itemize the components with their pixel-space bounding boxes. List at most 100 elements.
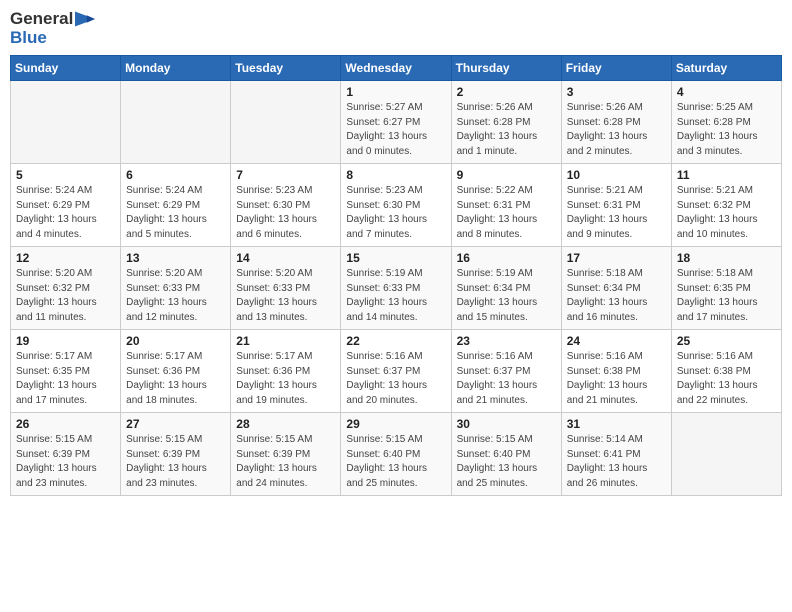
calendar-cell: 7 Sunrise: 5:23 AMSunset: 6:30 PMDaylight… bbox=[231, 164, 341, 247]
weekday-header-thursday: Thursday bbox=[451, 56, 561, 81]
day-number: 27 bbox=[126, 417, 225, 431]
calendar-cell: 13 Sunrise: 5:20 AMSunset: 6:33 PMDayligh… bbox=[121, 247, 231, 330]
day-info: Sunrise: 5:20 AMSunset: 6:32 PMDaylight:… bbox=[16, 267, 115, 325]
day-info: Sunrise: 5:16 AMSunset: 6:37 PMDaylight:… bbox=[457, 350, 556, 408]
day-info: Sunrise: 5:24 AMSunset: 6:29 PMDaylight:… bbox=[16, 184, 115, 242]
day-number: 28 bbox=[236, 417, 335, 431]
calendar-cell: 22 Sunrise: 5:16 AMSunset: 6:37 PMDayligh… bbox=[341, 330, 451, 413]
day-number: 13 bbox=[126, 251, 225, 265]
day-number: 15 bbox=[346, 251, 445, 265]
calendar-table: SundayMondayTuesdayWednesdayThursdayFrid… bbox=[10, 55, 782, 496]
day-number: 22 bbox=[346, 334, 445, 348]
day-info: Sunrise: 5:21 AMSunset: 6:32 PMDaylight:… bbox=[677, 184, 776, 242]
day-info: Sunrise: 5:16 AMSunset: 6:37 PMDaylight:… bbox=[346, 350, 445, 408]
calendar-cell: 20 Sunrise: 5:17 AMSunset: 6:36 PMDayligh… bbox=[121, 330, 231, 413]
calendar-cell: 11Sunrise: 5:21 AMSunset: 6:32 PMDayligh… bbox=[671, 164, 781, 247]
day-info: Sunrise: 5:17 AMSunset: 6:35 PMDaylight:… bbox=[16, 350, 115, 408]
logo: General Blue bbox=[10, 10, 95, 47]
calendar-cell: 4Sunrise: 5:25 AMSunset: 6:28 PMDaylight… bbox=[671, 81, 781, 164]
calendar-cell: 6Sunrise: 5:24 AMSunset: 6:29 PMDaylight… bbox=[121, 164, 231, 247]
day-info: Sunrise: 5:21 AMSunset: 6:31 PMDaylight:… bbox=[567, 184, 666, 242]
day-number: 26 bbox=[16, 417, 115, 431]
calendar-cell: 15 Sunrise: 5:19 AMSunset: 6:33 PMDayligh… bbox=[341, 247, 451, 330]
day-info: Sunrise: 5:15 AMSunset: 6:40 PMDaylight:… bbox=[346, 433, 445, 491]
calendar-cell: 28 Sunrise: 5:15 AMSunset: 6:39 PMDayligh… bbox=[231, 413, 341, 496]
calendar-week-row: 19 Sunrise: 5:17 AMSunset: 6:35 PMDayligh… bbox=[11, 330, 782, 413]
day-number: 25 bbox=[677, 334, 776, 348]
day-number: 24 bbox=[567, 334, 666, 348]
calendar-week-row: 26 Sunrise: 5:15 AMSunset: 6:39 PMDayligh… bbox=[11, 413, 782, 496]
day-number: 7 bbox=[236, 168, 335, 182]
day-info: Sunrise: 5:23 AMSunset: 6:30 PMDaylight:… bbox=[346, 184, 445, 242]
day-number: 29 bbox=[346, 417, 445, 431]
weekday-header-friday: Friday bbox=[561, 56, 671, 81]
day-info: Sunrise: 5:19 AMSunset: 6:34 PMDaylight:… bbox=[457, 267, 556, 325]
header: General Blue bbox=[10, 10, 782, 47]
day-info: Sunrise: 5:23 AMSunset: 6:30 PMDaylight:… bbox=[236, 184, 335, 242]
day-info: Sunrise: 5:19 AMSunset: 6:33 PMDaylight:… bbox=[346, 267, 445, 325]
day-number: 20 bbox=[126, 334, 225, 348]
day-number: 17 bbox=[567, 251, 666, 265]
day-info: Sunrise: 5:17 AMSunset: 6:36 PMDaylight:… bbox=[126, 350, 225, 408]
calendar-cell: 25 Sunrise: 5:16 AMSunset: 6:38 PMDayligh… bbox=[671, 330, 781, 413]
day-info: Sunrise: 5:22 AMSunset: 6:31 PMDaylight:… bbox=[457, 184, 556, 242]
calendar-cell: 2 Sunrise: 5:26 AMSunset: 6:28 PMDaylight… bbox=[451, 81, 561, 164]
calendar-body: 1 Sunrise: 5:27 AMSunset: 6:27 PMDaylight… bbox=[11, 81, 782, 496]
calendar-cell: 18Sunrise: 5:18 AMSunset: 6:35 PMDayligh… bbox=[671, 247, 781, 330]
day-info: Sunrise: 5:20 AMSunset: 6:33 PMDaylight:… bbox=[236, 267, 335, 325]
day-info: Sunrise: 5:18 AMSunset: 6:34 PMDaylight:… bbox=[567, 267, 666, 325]
calendar-cell: 3Sunrise: 5:26 AMSunset: 6:28 PMDaylight… bbox=[561, 81, 671, 164]
day-info: Sunrise: 5:20 AMSunset: 6:33 PMDaylight:… bbox=[126, 267, 225, 325]
day-info: Sunrise: 5:15 AMSunset: 6:40 PMDaylight:… bbox=[457, 433, 556, 491]
day-info: Sunrise: 5:27 AMSunset: 6:27 PMDaylight:… bbox=[346, 101, 445, 159]
weekday-header-monday: Monday bbox=[121, 56, 231, 81]
day-number: 23 bbox=[457, 334, 556, 348]
day-number: 12 bbox=[16, 251, 115, 265]
calendar-cell: 1 Sunrise: 5:27 AMSunset: 6:27 PMDaylight… bbox=[341, 81, 451, 164]
calendar-week-row: 1 Sunrise: 5:27 AMSunset: 6:27 PMDaylight… bbox=[11, 81, 782, 164]
logo-flag-icon bbox=[75, 10, 95, 28]
calendar-cell: 31 Sunrise: 5:14 AMSunset: 6:41 PMDayligh… bbox=[561, 413, 671, 496]
day-number: 16 bbox=[457, 251, 556, 265]
weekday-header-tuesday: Tuesday bbox=[231, 56, 341, 81]
calendar-cell: 27Sunrise: 5:15 AMSunset: 6:39 PMDayligh… bbox=[121, 413, 231, 496]
calendar-cell: 5 Sunrise: 5:24 AMSunset: 6:29 PMDaylight… bbox=[11, 164, 121, 247]
weekday-header-row: SundayMondayTuesdayWednesdayThursdayFrid… bbox=[11, 56, 782, 81]
calendar-cell: 21Sunrise: 5:17 AMSunset: 6:36 PMDayligh… bbox=[231, 330, 341, 413]
day-info: Sunrise: 5:17 AMSunset: 6:36 PMDaylight:… bbox=[236, 350, 335, 408]
logo-blue-text: Blue bbox=[10, 29, 95, 48]
day-number: 5 bbox=[16, 168, 115, 182]
weekday-header-saturday: Saturday bbox=[671, 56, 781, 81]
day-info: Sunrise: 5:16 AMSunset: 6:38 PMDaylight:… bbox=[677, 350, 776, 408]
calendar-header: SundayMondayTuesdayWednesdayThursdayFrid… bbox=[11, 56, 782, 81]
day-number: 14 bbox=[236, 251, 335, 265]
day-number: 6 bbox=[126, 168, 225, 182]
logo-container: General Blue bbox=[10, 10, 95, 47]
calendar-week-row: 5 Sunrise: 5:24 AMSunset: 6:29 PMDaylight… bbox=[11, 164, 782, 247]
day-number: 1 bbox=[346, 85, 445, 99]
day-info: Sunrise: 5:15 AMSunset: 6:39 PMDaylight:… bbox=[236, 433, 335, 491]
calendar-cell: 9 Sunrise: 5:22 AMSunset: 6:31 PMDaylight… bbox=[451, 164, 561, 247]
day-number: 31 bbox=[567, 417, 666, 431]
calendar-cell: 14 Sunrise: 5:20 AMSunset: 6:33 PMDayligh… bbox=[231, 247, 341, 330]
calendar-cell: 8Sunrise: 5:23 AMSunset: 6:30 PMDaylight… bbox=[341, 164, 451, 247]
calendar-cell: 19 Sunrise: 5:17 AMSunset: 6:35 PMDayligh… bbox=[11, 330, 121, 413]
calendar-cell bbox=[121, 81, 231, 164]
day-info: Sunrise: 5:25 AMSunset: 6:28 PMDaylight:… bbox=[677, 101, 776, 159]
calendar-cell: 12 Sunrise: 5:20 AMSunset: 6:32 PMDayligh… bbox=[11, 247, 121, 330]
day-info: Sunrise: 5:18 AMSunset: 6:35 PMDaylight:… bbox=[677, 267, 776, 325]
day-info: Sunrise: 5:14 AMSunset: 6:41 PMDaylight:… bbox=[567, 433, 666, 491]
day-number: 9 bbox=[457, 168, 556, 182]
calendar-cell: 24Sunrise: 5:16 AMSunset: 6:38 PMDayligh… bbox=[561, 330, 671, 413]
logo-general-text: General bbox=[10, 10, 73, 29]
day-number: 19 bbox=[16, 334, 115, 348]
day-number: 10 bbox=[567, 168, 666, 182]
calendar-cell: 10 Sunrise: 5:21 AMSunset: 6:31 PMDayligh… bbox=[561, 164, 671, 247]
day-number: 2 bbox=[457, 85, 556, 99]
day-info: Sunrise: 5:26 AMSunset: 6:28 PMDaylight:… bbox=[567, 101, 666, 159]
day-number: 30 bbox=[457, 417, 556, 431]
calendar-cell bbox=[671, 413, 781, 496]
calendar-cell: 30 Sunrise: 5:15 AMSunset: 6:40 PMDayligh… bbox=[451, 413, 561, 496]
day-info: Sunrise: 5:26 AMSunset: 6:28 PMDaylight:… bbox=[457, 101, 556, 159]
weekday-header-sunday: Sunday bbox=[11, 56, 121, 81]
